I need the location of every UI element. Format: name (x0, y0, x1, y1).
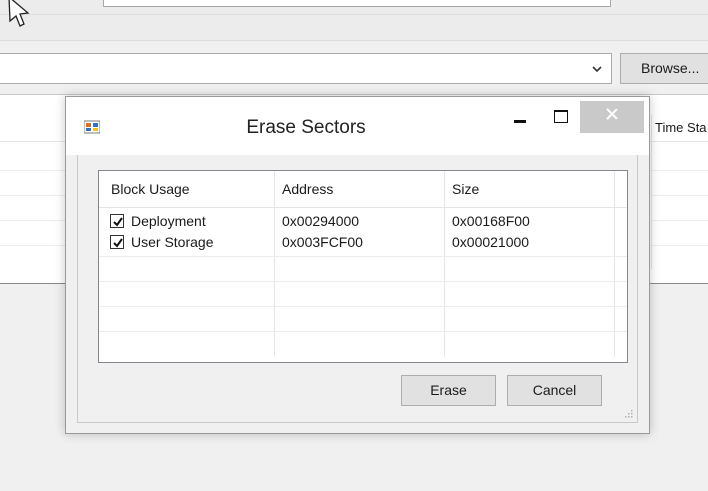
block-usage-cell: User Storage (131, 234, 214, 250)
row-line (99, 306, 627, 307)
background-top-field[interactable] (103, 0, 611, 7)
browse-button[interactable]: Browse... (620, 53, 708, 84)
list-item[interactable]: Deployment 0x00294000 0x00168F00 (99, 212, 627, 233)
list-item[interactable]: User Storage 0x003FCF00 0x00021000 (99, 233, 627, 254)
address-cell: 0x00294000 (282, 213, 360, 229)
row-line (99, 281, 627, 282)
column-separator (614, 171, 615, 357)
maximize-icon[interactable] (540, 101, 580, 133)
chevron-down-icon[interactable] (591, 63, 603, 75)
row-line (99, 256, 627, 257)
dialog-title: Erase Sectors (246, 117, 366, 138)
column-separator (274, 171, 275, 357)
cancel-button[interactable]: Cancel (507, 375, 602, 406)
erase-button[interactable]: Erase (401, 375, 496, 406)
checkmark-icon (113, 217, 123, 227)
row-checkbox[interactable] (110, 214, 124, 228)
address-cell: 0x003FCF00 (282, 234, 363, 250)
size-cell: 0x00021000 (452, 234, 530, 250)
background-divider (0, 14, 708, 15)
column-separator (444, 171, 445, 357)
time-stamp-column-header[interactable]: Time Sta (655, 120, 707, 135)
dialog-client-area: Block Usage Address Size Deployment 0x00… (77, 155, 638, 423)
path-combo[interactable] (0, 53, 612, 84)
sectors-list-view[interactable]: Block Usage Address Size Deployment 0x00… (98, 170, 628, 363)
minimize-icon[interactable] (498, 101, 540, 133)
erase-sectors-dialog: Erase Sectors Block Usage Address Size D… (65, 96, 650, 434)
size-column-header[interactable]: Size (452, 181, 479, 197)
block-usage-cell: Deployment (131, 213, 206, 229)
address-column-header[interactable]: Address (282, 181, 333, 197)
dialog-titlebar[interactable]: Erase Sectors (66, 97, 649, 155)
background-divider (0, 40, 708, 41)
mouse-cursor-icon (8, 0, 30, 27)
resize-grip-icon[interactable] (623, 408, 633, 418)
close-icon[interactable] (580, 101, 644, 133)
checkmark-icon (113, 238, 123, 248)
list-header: Block Usage Address Size (99, 171, 627, 208)
block-usage-column-header[interactable]: Block Usage (111, 181, 190, 197)
size-cell: 0x00168F00 (452, 213, 530, 229)
row-checkbox[interactable] (110, 235, 124, 249)
row-line (99, 331, 627, 332)
